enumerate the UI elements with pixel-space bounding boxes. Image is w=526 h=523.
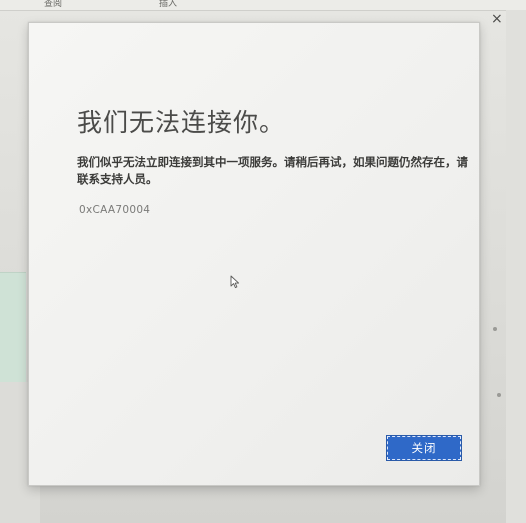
background-tab-insert[interactable]: 插入	[159, 0, 177, 9]
error-dialog: 我们无法连接你。 我们似乎无法立即连接到其中一项服务。请稍后再试，如果问题仍然存…	[28, 22, 480, 486]
dialog-message: 我们似乎无法立即连接到其中一项服务。请稍后再试，如果问题仍然存在，请联系支持人员…	[77, 155, 468, 186]
arrow-cursor-icon	[230, 275, 240, 289]
background-tab-review[interactable]: 查阅	[44, 0, 62, 9]
error-code: 0xCAA70004	[79, 204, 151, 216]
background-scroll-strip	[506, 10, 526, 523]
dialog-title: 我们无法连接你。	[77, 108, 286, 137]
background-marker	[493, 327, 497, 331]
background-ribbon: 查阅 插入	[0, 0, 526, 11]
background-side-panel	[0, 272, 26, 384]
background-marker	[497, 393, 501, 397]
close-icon[interactable]: ×	[491, 11, 503, 27]
close-button[interactable]: 关闭	[386, 435, 462, 461]
